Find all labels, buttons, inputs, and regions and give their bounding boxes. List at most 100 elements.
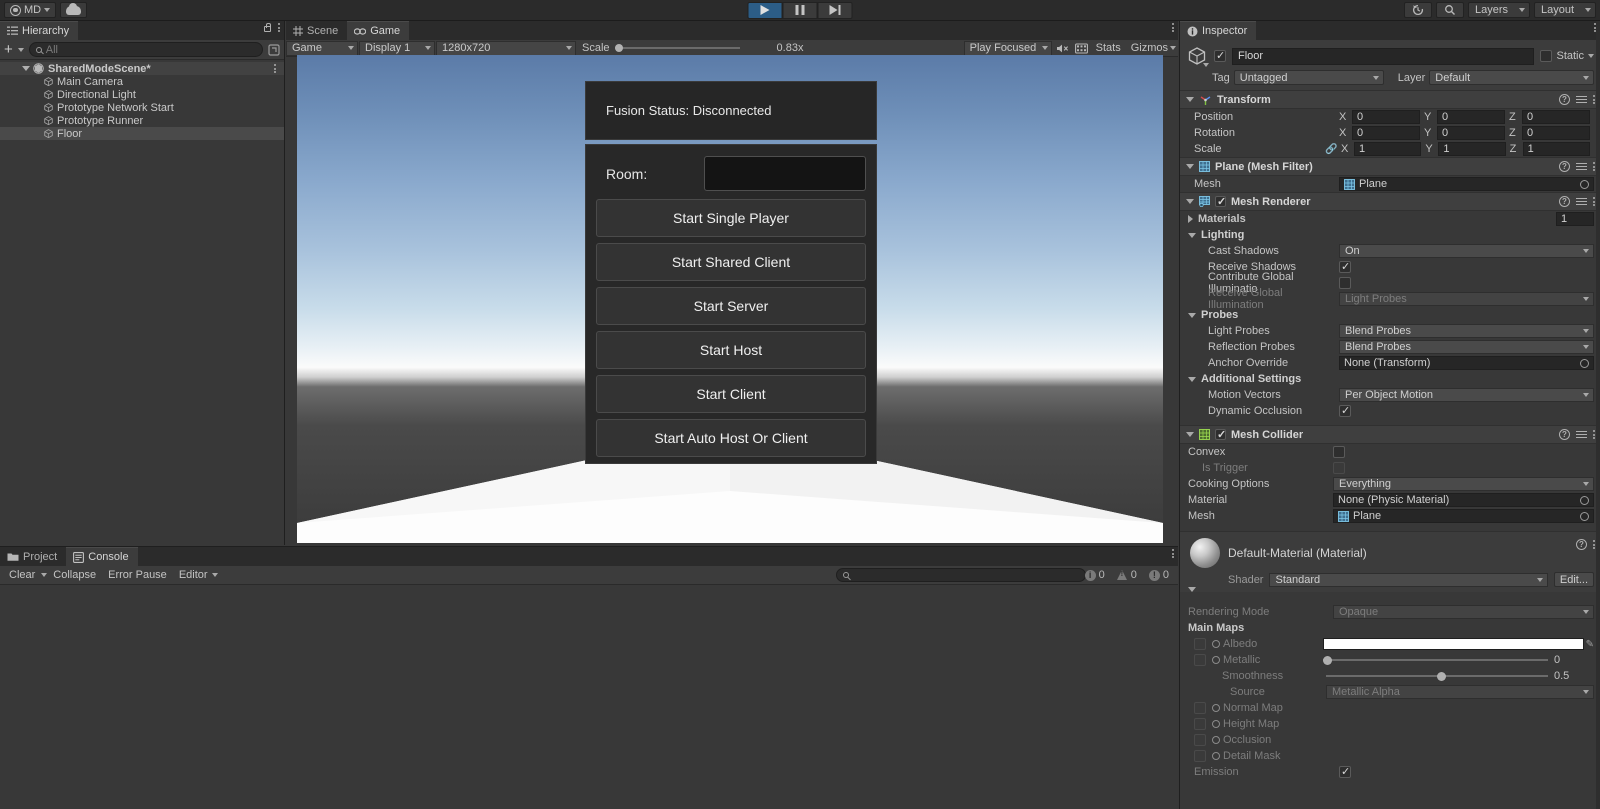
play-mode-dropdown[interactable]: Play Focused [963, 40, 1052, 56]
start-client-button[interactable]: Start Client [596, 375, 866, 413]
normal-map-target-icon[interactable] [1212, 704, 1220, 712]
start-host-button[interactable]: Start Host [596, 331, 866, 369]
foldout-icon[interactable] [1188, 215, 1193, 223]
physic-material-field[interactable]: None (Physic Material) [1333, 493, 1594, 507]
static-toggle-group[interactable]: Static [1540, 50, 1594, 62]
foldout-icon[interactable] [1186, 432, 1194, 437]
log-counter[interactable]: i 0 [1079, 567, 1111, 583]
component-header-mesh-collider[interactable]: Mesh Collider ? [1180, 425, 1600, 444]
settings-icon[interactable] [1576, 96, 1587, 103]
smoothness-value[interactable]: 0.5 [1554, 670, 1594, 682]
start-server-button[interactable]: Start Server [596, 287, 866, 325]
receive-shadows-checkbox[interactable] [1339, 260, 1351, 273]
component-header-transform[interactable]: Transform ? [1180, 90, 1600, 109]
component-header-mesh-renderer[interactable]: Mesh Renderer ? [1180, 192, 1600, 211]
scale-slider[interactable] [614, 44, 740, 52]
scale-z-input[interactable]: 1 [1522, 142, 1590, 156]
component-menu-icon[interactable] [1593, 95, 1595, 104]
cloud-button[interactable] [60, 2, 88, 18]
reflection-probes-dropdown[interactable]: Blend Probes [1339, 340, 1594, 354]
additional-settings-section-header[interactable]: Additional Settings [1180, 371, 1600, 387]
step-button[interactable] [817, 1, 853, 19]
play-button[interactable] [747, 1, 783, 19]
scale-x-input[interactable]: 1 [1354, 142, 1422, 156]
hierarchy-search-input[interactable]: All [28, 42, 263, 57]
materials-count-input[interactable]: 1 [1556, 212, 1594, 226]
metallic-slider-knob[interactable] [1323, 655, 1332, 665]
component-header-mesh-filter[interactable]: Plane (Mesh Filter) ? [1180, 157, 1600, 176]
create-object-button[interactable]: + [4, 42, 13, 57]
start-single-player-button[interactable]: Start Single Player [596, 199, 866, 237]
tab-hierarchy[interactable]: Hierarchy [0, 21, 79, 40]
error-counter[interactable]: ! 0 [1143, 567, 1175, 583]
hierarchy-item-floor[interactable]: Floor [0, 127, 284, 140]
position-z-input[interactable]: 0 [1522, 110, 1590, 124]
tab-game[interactable]: Game [347, 21, 410, 40]
lock-icon[interactable] [264, 23, 271, 32]
settings-icon[interactable] [1576, 163, 1587, 170]
display-dropdown[interactable]: Display 1 [359, 40, 435, 56]
foldout-icon[interactable] [1186, 164, 1194, 169]
room-input[interactable] [704, 156, 866, 191]
height-map-target-icon[interactable] [1212, 720, 1220, 728]
cast-shadows-dropdown[interactable]: On [1339, 244, 1594, 258]
rotation-y-input[interactable]: 0 [1437, 126, 1505, 140]
convex-checkbox[interactable] [1333, 446, 1345, 458]
foldout-icon[interactable] [1188, 312, 1196, 318]
chevron-down-icon[interactable] [17, 47, 24, 52]
layout-dropdown[interactable]: Layout [1534, 2, 1596, 18]
position-y-input[interactable]: 0 [1437, 110, 1505, 124]
foldout-icon[interactable] [1186, 199, 1194, 204]
hierarchy-item-prototype-network-start[interactable]: Prototype Network Start [0, 101, 284, 114]
component-menu-icon[interactable] [1593, 197, 1595, 206]
scale-slider-knob[interactable] [614, 44, 623, 52]
metallic-slider[interactable] [1323, 655, 1548, 665]
chevron-down-icon[interactable] [1588, 54, 1594, 58]
view-mode-dropdown[interactable]: Game [286, 40, 358, 56]
start-shared-client-button[interactable]: Start Shared Client [596, 243, 866, 281]
object-picker-icon[interactable] [1580, 358, 1589, 368]
warning-counter[interactable]: 0 [1111, 567, 1143, 583]
settings-icon[interactable] [1576, 198, 1587, 205]
collab-history-button[interactable] [1404, 2, 1432, 18]
hierarchy-item-directional-light[interactable]: Directional Light [0, 88, 284, 101]
gameobject-name-input[interactable]: Floor [1232, 47, 1535, 65]
cooking-options-dropdown[interactable]: Everything [1333, 477, 1594, 491]
foldout-icon[interactable] [1188, 376, 1196, 382]
start-auto-host-or-client-button[interactable]: Start Auto Host Or Client [596, 419, 866, 457]
rotation-x-input[interactable]: 0 [1352, 126, 1420, 140]
console-search-input[interactable] [836, 568, 1086, 582]
global-search-button[interactable] [1436, 2, 1464, 18]
help-icon[interactable]: ? [1559, 429, 1570, 440]
game-stats-toggle-button[interactable] [1072, 41, 1091, 56]
albedo-texture-slot[interactable] [1194, 638, 1206, 650]
tag-dropdown[interactable]: Untagged [1233, 70, 1384, 85]
scale-y-input[interactable]: 1 [1438, 142, 1506, 156]
help-icon[interactable]: ? [1576, 539, 1587, 550]
motion-vectors-dropdown[interactable]: Per Object Motion [1339, 388, 1594, 402]
pause-button[interactable] [782, 1, 818, 19]
mesh-object-field[interactable]: Plane [1339, 177, 1594, 191]
hierarchy-item-prototype-runner[interactable]: Prototype Runner [0, 114, 284, 127]
albedo-target-icon[interactable] [1212, 640, 1220, 648]
smoothness-slider-knob[interactable] [1437, 671, 1446, 681]
help-icon[interactable]: ? [1559, 161, 1570, 172]
help-icon[interactable]: ? [1559, 196, 1570, 207]
settings-icon[interactable] [1576, 431, 1587, 438]
eyedropper-icon[interactable]: ✎ [1586, 639, 1594, 650]
component-menu-icon[interactable] [1593, 162, 1595, 171]
occlusion-target-icon[interactable] [1212, 736, 1220, 744]
normal-map-texture-slot[interactable] [1194, 702, 1206, 714]
scene-menu-icon[interactable] [274, 64, 276, 73]
albedo-color-swatch[interactable] [1323, 638, 1584, 650]
material-menu-icon[interactable] [1593, 540, 1595, 549]
collapse-button[interactable]: Collapse [47, 567, 102, 583]
account-button[interactable]: MD [4, 2, 57, 18]
clear-button[interactable]: Clear [3, 567, 41, 583]
metallic-value[interactable]: 0 [1554, 654, 1594, 666]
hierarchy-menu-icon[interactable] [278, 23, 280, 32]
chevron-down-icon[interactable] [1170, 46, 1176, 50]
foldout-icon[interactable] [1188, 587, 1196, 604]
object-picker-icon[interactable] [1580, 511, 1589, 521]
material-foldout-row[interactable] [1180, 587, 1600, 604]
